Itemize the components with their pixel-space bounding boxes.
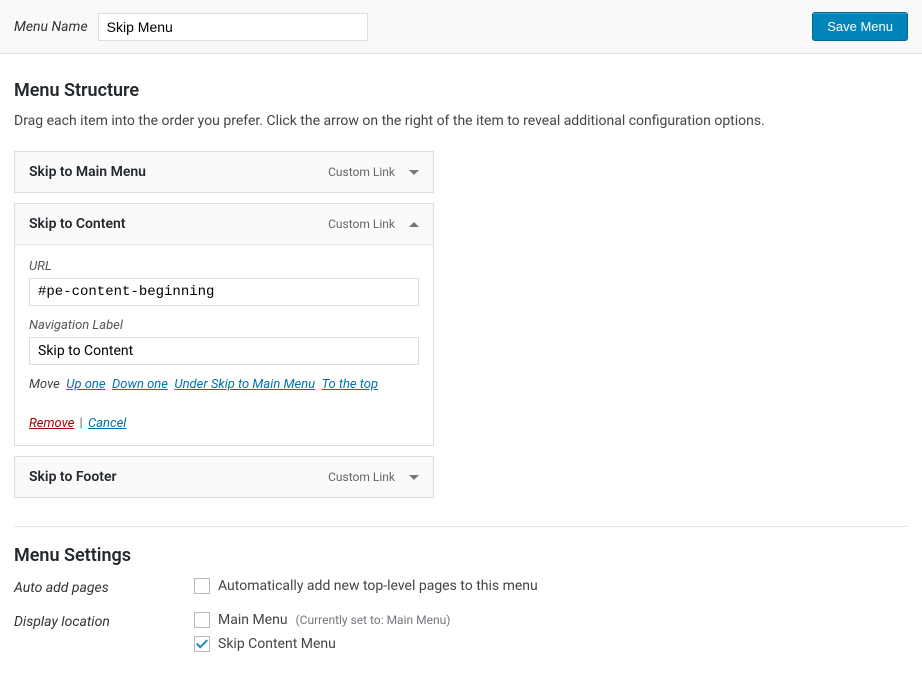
- menu-item-handle[interactable]: Skip to Footer Custom Link: [15, 457, 433, 497]
- move-up-link[interactable]: Up one: [66, 377, 105, 392]
- location-main-menu-checkbox[interactable]: [194, 612, 210, 628]
- auto-add-checkbox-line[interactable]: Automatically add new top-level pages to…: [194, 578, 908, 594]
- menu-item-handle[interactable]: Skip to Main Menu Custom Link: [15, 152, 433, 192]
- display-location-controls: Main Menu (Currently set to: Main Menu) …: [194, 612, 908, 660]
- structure-instruction: Drag each item into the order you prefer…: [14, 113, 908, 129]
- location-label: Skip Content Menu: [218, 636, 336, 652]
- auto-add-label: Auto add pages: [14, 578, 194, 596]
- menu-item-title: Skip to Footer: [29, 469, 117, 485]
- menu-item-settings: URL Navigation Label Move Up one Down on…: [15, 244, 433, 445]
- location-label: Main Menu: [218, 612, 288, 628]
- move-line: Move Up one Down one Under Skip to Main …: [29, 377, 419, 392]
- chevron-up-icon[interactable]: [409, 222, 419, 227]
- auto-add-row: Auto add pages Automatically add new top…: [14, 578, 908, 602]
- menu-item-type: Custom Link: [328, 165, 395, 179]
- menu-item-type-wrap: Custom Link: [328, 165, 419, 179]
- menu-item[interactable]: Skip to Content Custom Link URL Navigati…: [14, 203, 434, 446]
- menu-item-title: Skip to Content: [29, 216, 126, 232]
- menu-item-type: Custom Link: [328, 217, 395, 231]
- nav-label-input[interactable]: [29, 337, 419, 365]
- menu-name-input[interactable]: [98, 13, 368, 41]
- auto-add-checkbox[interactable]: [194, 578, 210, 594]
- save-menu-button[interactable]: Save Menu: [812, 12, 908, 41]
- menu-structure-title: Menu Structure: [14, 80, 908, 101]
- menu-item-type: Custom Link: [328, 470, 395, 484]
- menu-item-title: Skip to Main Menu: [29, 164, 146, 180]
- nav-label-label: Navigation Label: [29, 318, 419, 333]
- menu-item-type-wrap: Custom Link: [328, 217, 419, 231]
- remove-link[interactable]: Remove: [29, 416, 74, 431]
- action-line: Remove | Cancel: [29, 416, 419, 431]
- auto-add-controls: Automatically add new top-level pages to…: [194, 578, 908, 602]
- move-under-link[interactable]: Under Skip to Main Menu: [174, 377, 315, 392]
- display-location-row: Display location Main Menu (Currently se…: [14, 612, 908, 660]
- display-location-label: Display location: [14, 612, 194, 630]
- chevron-down-icon[interactable]: [409, 475, 419, 480]
- separator: |: [76, 416, 86, 431]
- move-down-link[interactable]: Down one: [112, 377, 168, 392]
- auto-add-checkbox-label: Automatically add new top-level pages to…: [218, 578, 538, 594]
- location-hint: (Currently set to: Main Menu): [296, 613, 451, 627]
- location-skip-content-checkbox[interactable]: [194, 636, 210, 652]
- url-label: URL: [29, 259, 419, 274]
- menu-settings-section: Menu Settings Auto add pages Automatical…: [14, 526, 908, 660]
- menu-header-left: Menu Name: [14, 13, 368, 41]
- menu-item[interactable]: Skip to Footer Custom Link: [14, 456, 434, 498]
- content: Menu Structure Drag each item into the o…: [0, 54, 922, 694]
- location-checkbox-line[interactable]: Skip Content Menu: [194, 636, 908, 652]
- menu-item[interactable]: Skip to Main Menu Custom Link: [14, 151, 434, 193]
- move-top-link[interactable]: To the top: [322, 377, 379, 392]
- location-checkbox-line[interactable]: Main Menu (Currently set to: Main Menu): [194, 612, 908, 628]
- menu-name-label: Menu Name: [14, 19, 88, 35]
- menu-settings-title: Menu Settings: [14, 545, 908, 566]
- chevron-down-icon[interactable]: [409, 170, 419, 175]
- cancel-link[interactable]: Cancel: [88, 416, 126, 431]
- move-label: Move: [29, 377, 60, 392]
- menu-header: Menu Name Save Menu: [0, 0, 922, 54]
- menu-item-handle[interactable]: Skip to Content Custom Link: [15, 204, 433, 244]
- url-input[interactable]: [29, 278, 419, 306]
- menu-item-type-wrap: Custom Link: [328, 470, 419, 484]
